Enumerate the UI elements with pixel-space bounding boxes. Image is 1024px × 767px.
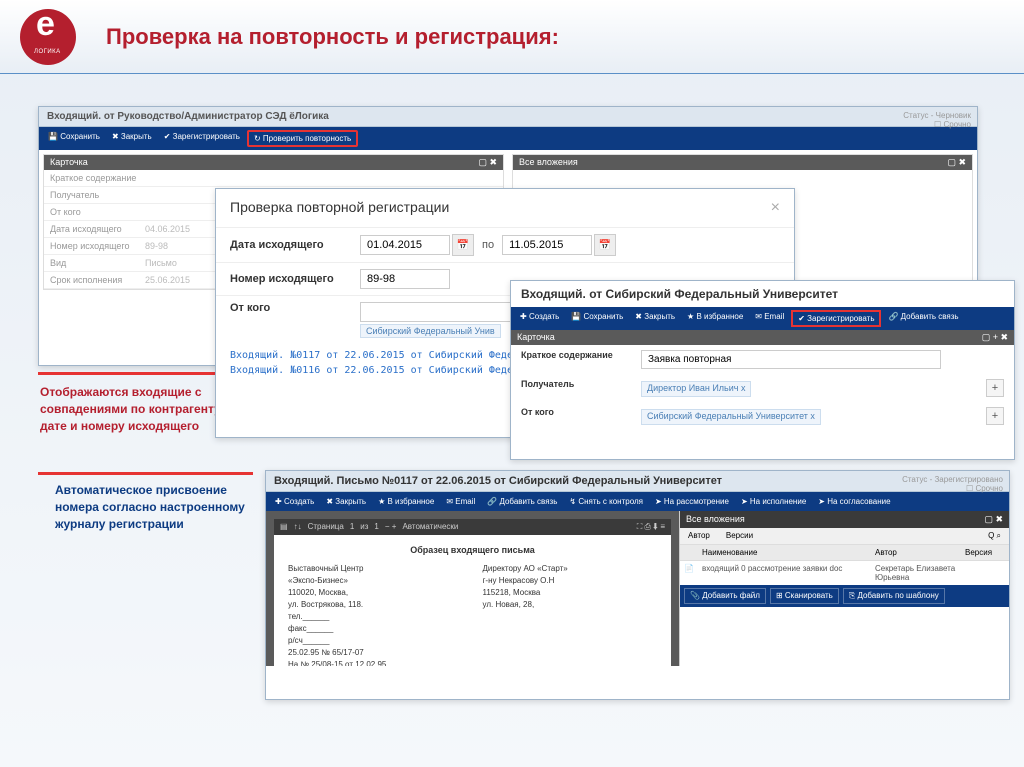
review-button[interactable]: ➤ На рассмотрение	[650, 495, 734, 508]
save-button[interactable]: 💾 Сохранить	[43, 130, 105, 147]
add-icon[interactable]: +	[986, 379, 1004, 397]
add-template-button[interactable]: ⎘ Добавить по шаблону	[843, 588, 945, 604]
favorite-button[interactable]: ★ В избранное	[373, 495, 439, 508]
attachments-panel: Все вложения▢ ✖ Автор Версии Q ⌕ Наимено…	[679, 511, 1009, 666]
status-box: Статус - Черновик ☐ Срочно	[903, 111, 971, 129]
doc-sender-block: Выставочный Центр «Экспо-Бизнес» 110020,…	[288, 563, 463, 666]
window-title: Входящий. от Руководство/Администратор С…	[39, 107, 977, 127]
from-tag[interactable]: Сибирский Федеральный Унив	[360, 324, 501, 338]
window-title: Входящий. от Сибирский Федеральный Униве…	[511, 281, 1014, 307]
attach-table-head: Наименование Автор Версия	[680, 545, 1009, 561]
doc-heading: Образец входящего письма	[288, 545, 657, 555]
close-button[interactable]: ✖ Закрыть	[630, 310, 680, 327]
annotation-2: Автоматическое присвоение номера согласн…	[55, 482, 255, 532]
page-title: Проверка на повторность и регистрация:	[106, 24, 559, 50]
toolbar: ✚ Создать ✖ Закрыть ★ В избранное ✉ Emai…	[266, 492, 1009, 511]
logo	[20, 9, 76, 65]
recipient-tag[interactable]: Директор Иван Ильич x	[641, 381, 751, 397]
add-link-button[interactable]: 🔗 Добавить связь	[883, 310, 963, 327]
add-icon[interactable]: +	[986, 407, 1004, 425]
divider	[38, 472, 253, 475]
add-link-button[interactable]: 🔗 Добавить связь	[482, 495, 562, 508]
toolbar: 💾 Сохранить ✖ Закрыть ✔ Зарегистрировать…	[39, 127, 977, 150]
date-to-input[interactable]	[502, 235, 592, 255]
from-tag[interactable]: Сибирский Федеральный Университет x	[641, 409, 821, 425]
card-subheader: Карточка▢ + ✖	[511, 330, 1014, 345]
viewer-toolbar: ▤↑↓ Страница1из1 − +Автоматически ⛶ ⎙ ⬇ …	[274, 519, 671, 535]
create-button[interactable]: ✚ Создать	[270, 495, 319, 508]
favorite-button[interactable]: ★ В избранное	[682, 310, 748, 327]
card-subheader: Карточка▢ ✖	[44, 155, 503, 170]
toolbar: ✚ Создать 💾 Сохранить ✖ Закрыть ★ В избр…	[511, 307, 1014, 330]
outgoing-number-input[interactable]	[360, 269, 450, 289]
doc-recipient-block: Директору АО «Старт» г-ну Некрасову О.Н …	[483, 563, 658, 666]
header: Проверка на повторность и регистрация:	[0, 0, 1024, 74]
date-from-input[interactable]	[360, 235, 450, 255]
register-button[interactable]: ✔ Зарегистрировать	[159, 130, 245, 147]
window-title: Входящий. Письмо №0117 от 22.06.2015 от …	[266, 471, 1009, 492]
coord-button[interactable]: ➤ На согласование	[813, 495, 895, 508]
register-button[interactable]: ✔ Зарегистрировать	[791, 310, 881, 327]
remove-control-button[interactable]: ↯ Снять с контроля	[564, 495, 648, 508]
add-file-button[interactable]: 📎 Добавить файл	[684, 588, 766, 604]
email-button[interactable]: ✉ Email	[441, 495, 480, 508]
document-preview: ▤↑↓ Страница1из1 − +Автоматически ⛶ ⎙ ⬇ …	[266, 511, 679, 666]
incoming-card-window: Входящий. от Сибирский Федеральный Униве…	[510, 280, 1015, 460]
create-button[interactable]: ✚ Создать	[515, 310, 564, 327]
status-box: Статус - Зарегистрировано ☐ Срочно	[902, 475, 1003, 493]
close-button[interactable]: ✖ Закрыть	[107, 130, 157, 147]
close-icon[interactable]: ×	[771, 199, 780, 217]
scan-button[interactable]: ⊞ Сканировать	[770, 588, 839, 604]
close-button[interactable]: ✖ Закрыть	[321, 495, 371, 508]
tab-author[interactable]: Автор	[680, 528, 718, 544]
check-duplicate-button[interactable]: ↻ Проверить повторность	[247, 130, 358, 147]
calendar-icon[interactable]: 📅	[452, 234, 474, 256]
summary-input[interactable]	[641, 350, 941, 369]
attach-row[interactable]: 📄 входящий 0 рассмотрение заявки doc Сек…	[680, 561, 1009, 585]
divider	[38, 372, 238, 375]
attachments-subheader: Все вложения▢ ✖	[513, 155, 972, 170]
from-label: От кого	[230, 302, 360, 314]
letter-preview-window: Входящий. Письмо №0117 от 22.06.2015 от …	[265, 470, 1010, 700]
email-button[interactable]: ✉ Email	[750, 310, 789, 327]
save-button[interactable]: 💾 Сохранить	[566, 310, 628, 327]
tab-version[interactable]: Версии	[718, 528, 761, 544]
exec-button[interactable]: ➤ На исполнение	[736, 495, 811, 508]
annotation-1: Отображаются входящие с совпадениями по …	[40, 384, 240, 434]
outgoing-number-label: Номер исходящего	[230, 273, 360, 285]
dialog-title: Проверка повторной регистрации	[230, 199, 449, 217]
outgoing-date-label: Дата исходящего	[230, 239, 360, 251]
calendar-icon[interactable]: 📅	[594, 234, 616, 256]
